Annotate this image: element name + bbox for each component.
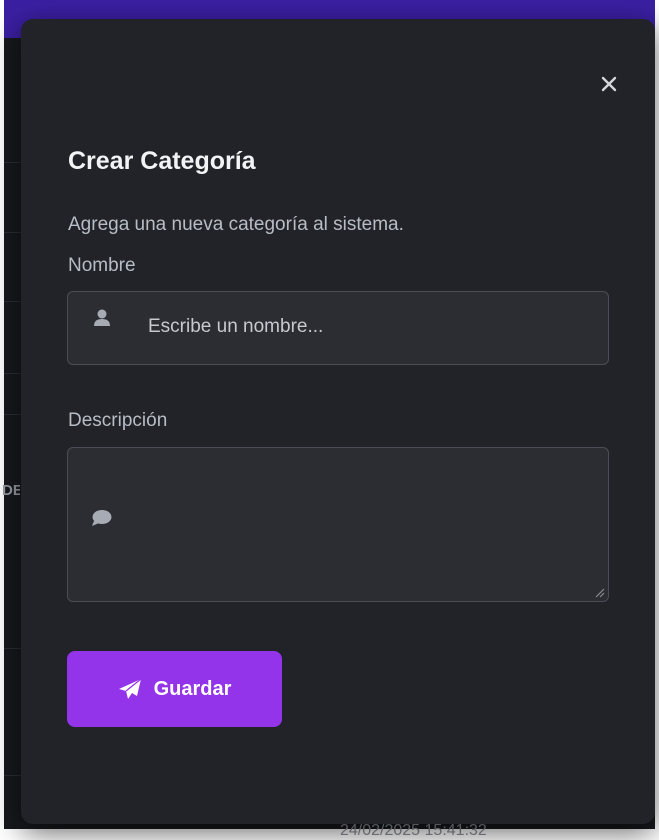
save-button[interactable]: Guardar bbox=[67, 651, 282, 727]
save-button-label: Guardar bbox=[153, 677, 232, 700]
description-field bbox=[67, 447, 609, 602]
modal-title: Crear Categoría bbox=[68, 147, 256, 175]
comment-icon bbox=[90, 508, 112, 533]
background-timestamp: 24/02/2025 15:41:32 bbox=[340, 822, 487, 839]
user-icon bbox=[92, 308, 112, 333]
close-icon bbox=[601, 76, 617, 92]
name-label: Nombre bbox=[68, 255, 136, 276]
create-category-modal: Crear Categoría Agrega una nueva categor… bbox=[21, 19, 655, 824]
modal-description: Agrega una nueva categoría al sistema. bbox=[68, 214, 404, 235]
close-button[interactable] bbox=[596, 71, 622, 97]
name-field bbox=[67, 291, 609, 365]
paper-plane-icon bbox=[118, 678, 141, 699]
description-textarea[interactable] bbox=[128, 462, 592, 586]
name-input[interactable] bbox=[148, 312, 588, 342]
resize-handle-icon[interactable] bbox=[593, 586, 605, 598]
description-label: Descripción bbox=[68, 410, 168, 431]
background-table-text: DE bbox=[2, 482, 20, 499]
